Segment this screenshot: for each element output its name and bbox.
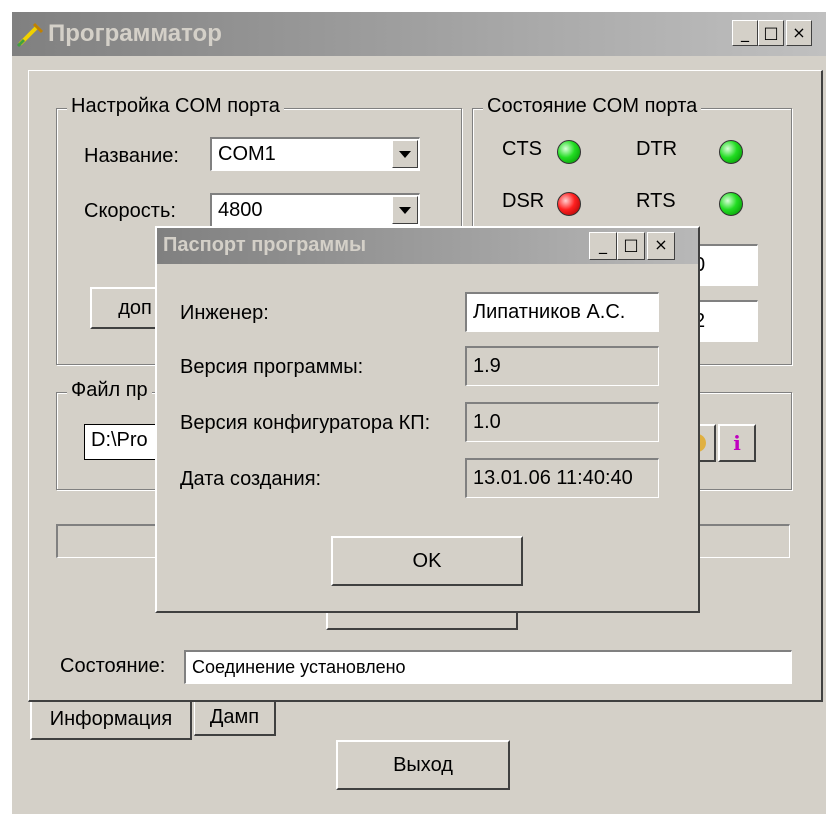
com-name-label: Название: — [84, 145, 179, 167]
info-icon: i — [733, 431, 741, 455]
speed-select[interactable]: 4800 — [210, 193, 420, 227]
creation-date-field: 13.01.06 11:40:40 — [465, 458, 659, 498]
program-version-field: 1.9 — [465, 346, 659, 386]
info-button[interactable]: i — [718, 424, 756, 462]
dialog-maximize-button[interactable]: □ — [617, 232, 645, 260]
rts-label: RTS — [636, 190, 676, 212]
minimize-button[interactable]: _ — [732, 20, 758, 46]
speed-dropdown-button[interactable] — [392, 196, 418, 224]
passport-dialog: Паспорт программы _ □ × Инженер: Липатни… — [155, 226, 700, 613]
maximize-button[interactable]: □ — [758, 20, 784, 46]
file-path-value: D:\Pro — [91, 429, 148, 451]
dtr-label: DTR — [636, 138, 678, 160]
window-title: Программатор — [48, 20, 222, 47]
tab-information-label: Информация — [49, 708, 173, 730]
screen: Программатор _ □ × Настройка COM порта Н… — [0, 0, 826, 814]
tab-dump-label: Дамп — [209, 706, 260, 728]
status-label: Состояние: — [60, 655, 166, 677]
dtr-led-icon — [719, 140, 743, 164]
dialog-title: Паспорт программы — [163, 234, 367, 256]
program-version-label: Версия программы: — [180, 356, 364, 378]
configurator-version-label: Версия конфигуратора КП: — [180, 412, 431, 434]
cts-led-icon — [557, 140, 581, 164]
com-state-group-label: Состояние COM порта — [483, 95, 702, 118]
speed-value: 4800 — [218, 199, 263, 221]
configurator-version-field: 1.0 — [465, 402, 659, 442]
com-settings-group-label: Настройка COM порта — [67, 95, 284, 118]
creation-date-label: Дата создания: — [180, 468, 322, 490]
status-value: Соединение установлено — [192, 657, 406, 677]
engineer-label: Инженер: — [180, 302, 269, 324]
configurator-version-value: 1.0 — [473, 411, 501, 433]
dsr-led-icon — [557, 192, 581, 216]
engineer-value: Липатников А.С. — [473, 301, 626, 323]
tab-information[interactable]: Информация — [30, 702, 192, 740]
speed-label: Скорость: — [84, 200, 176, 222]
status-field: Соединение установлено — [184, 650, 792, 684]
dsr-label: DSR — [502, 190, 545, 212]
com-name-select[interactable]: COM1 — [210, 137, 420, 171]
program-version-value: 1.9 — [473, 355, 501, 377]
dialog-close-button[interactable]: × — [647, 232, 675, 260]
close-button[interactable]: × — [786, 20, 812, 46]
title-bar[interactable]: Программатор _ □ × — [12, 12, 826, 56]
cts-label: CTS — [502, 138, 542, 160]
dialog-title-bar[interactable]: Паспорт программы _ □ × — [157, 228, 698, 264]
file-group-label: Файл пр — [67, 379, 152, 402]
app-icon — [16, 22, 44, 48]
rts-led-icon — [719, 192, 743, 216]
ok-button[interactable]: OK — [331, 536, 523, 586]
com-name-value: COM1 — [218, 143, 276, 165]
engineer-field: Липатников А.С. — [465, 292, 659, 332]
tab-dump[interactable]: Дамп — [194, 702, 276, 736]
dialog-minimize-button[interactable]: _ — [589, 232, 617, 260]
exit-button[interactable]: Выход — [336, 740, 510, 790]
com-name-dropdown-button[interactable] — [392, 140, 418, 168]
creation-date-value: 13.01.06 11:40:40 — [473, 467, 633, 489]
